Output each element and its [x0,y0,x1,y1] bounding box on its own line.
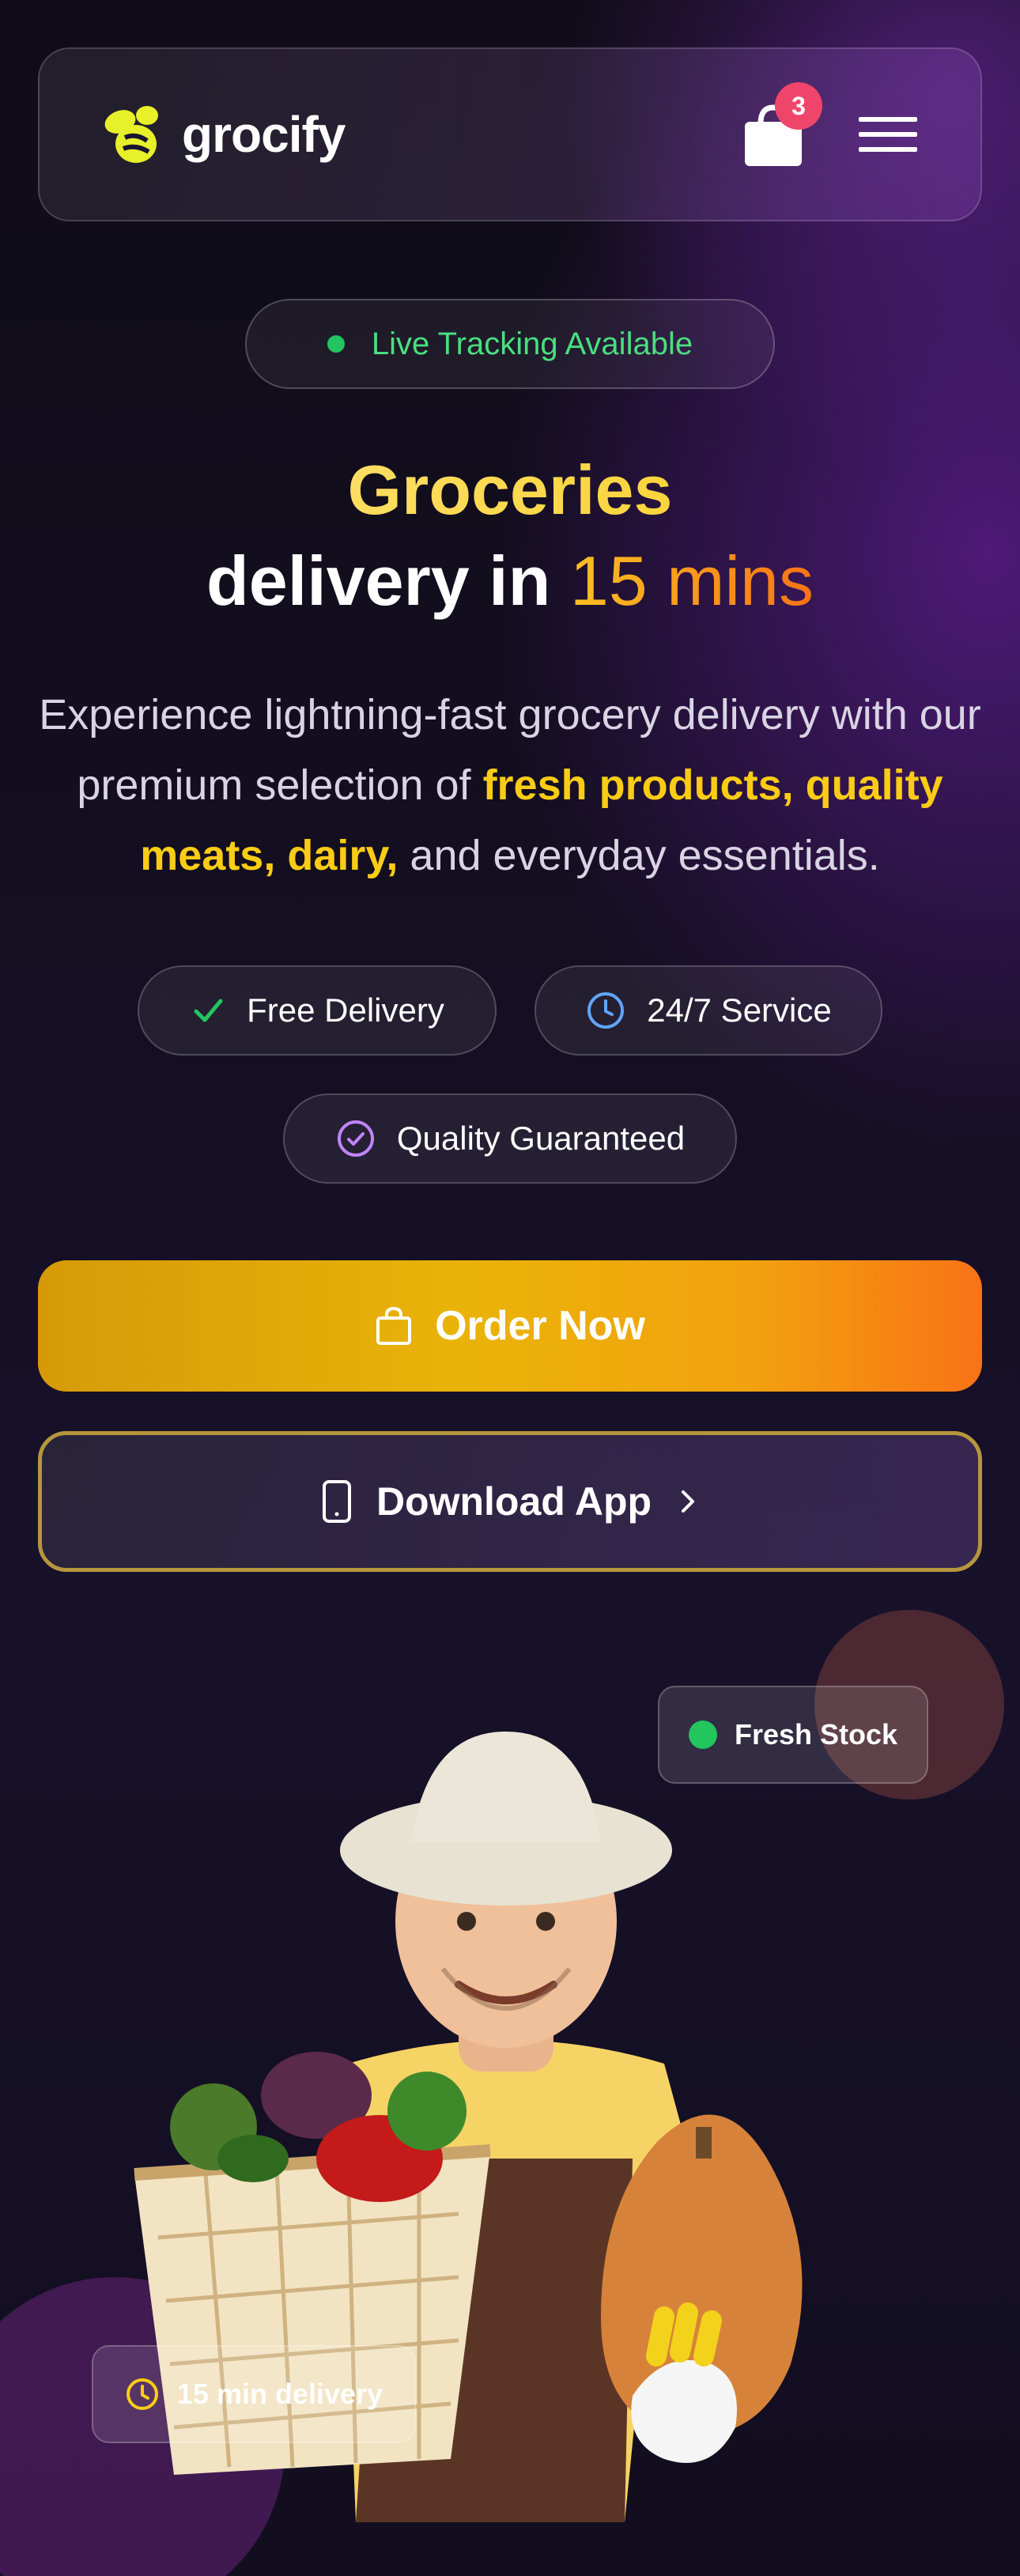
check-icon [194,999,223,1022]
bee-logo-icon [104,106,158,163]
download-app-label: Download App [376,1479,652,1524]
logo[interactable]: grocify [96,101,346,168]
tracking-label: Live Tracking Available [371,326,693,361]
cart-count-badge: 3 [775,82,822,130]
headline-accent: 15 mins [569,542,814,620]
shopping-bag-icon [376,1306,412,1345]
cart-button[interactable]: 3 [743,82,822,166]
hamburger-menu-icon[interactable] [859,117,917,152]
chevron-right-icon [682,1490,695,1513]
fresh-stock-badge: Fresh Stock [658,1686,928,1784]
smartphone-icon [322,1480,351,1523]
delivery-time-badge: 15 min delivery [92,2345,416,2443]
headline-line-1: Groceries [0,447,1020,534]
fresh-stock-label: Fresh Stock [734,1718,898,1751]
headline-line-2: delivery in 15 mins [0,538,1020,625]
feature-quality-guaranteed: Quality Guaranteed [283,1093,737,1184]
status-dot-icon [688,1720,717,1749]
navbar: grocify 3 [38,47,982,221]
feature-label: 24/7 Service [647,991,832,1029]
brand-name: grocify [182,106,346,163]
page: grocify 3 Live Tracking Available Grocer… [0,0,1020,2576]
feature-free-delivery: Free Delivery [138,965,497,1056]
feature-24-7-service: 24/7 Service [535,965,882,1056]
clock-icon [126,2378,158,2410]
live-tracking-pill: Live Tracking Available [245,299,775,389]
feature-label: Free Delivery [247,991,444,1029]
check-circle-icon [337,1120,374,1157]
order-now-button[interactable]: Order Now [38,1260,982,1392]
headline-prefix: delivery in [206,542,570,620]
description-part-2: and everyday essentials. [398,832,880,879]
status-dot-icon [327,335,345,353]
feature-label: Quality Guaranteed [396,1120,686,1157]
hero-description: Experience lightning-fast grocery delive… [32,680,988,891]
clock-icon [587,992,625,1029]
delivery-time-label: 15 min delivery [176,2378,383,2410]
order-now-label: Order Now [435,1303,645,1349]
download-app-button[interactable]: Download App [38,1431,982,1572]
